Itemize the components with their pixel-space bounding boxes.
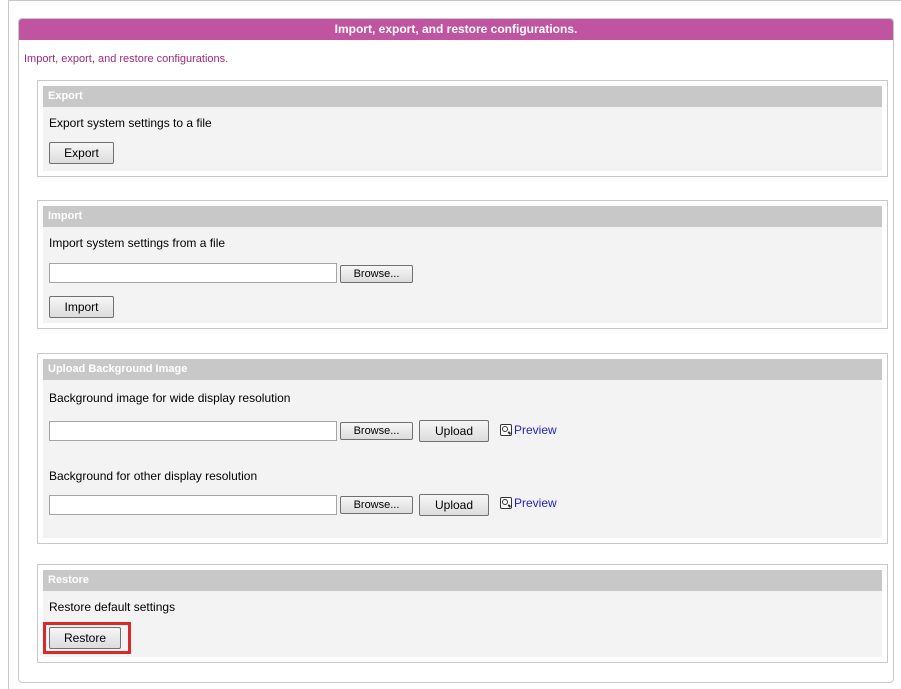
restore-description: Restore default settings: [49, 600, 176, 614]
other-upload-button[interactable]: Upload: [419, 494, 489, 516]
magnifier-icon: [500, 424, 512, 436]
export-section: Export Export system settings to a file …: [37, 80, 888, 177]
other-preview-label: Preview: [514, 496, 557, 510]
other-browse-button[interactable]: Browse...: [340, 496, 413, 514]
other-resolution-label: Background for other display resolution: [49, 469, 258, 483]
import-section-title: Import: [43, 206, 882, 227]
import-browse-button[interactable]: Browse...: [340, 265, 413, 283]
wide-image-file-field[interactable]: [49, 421, 337, 441]
upload-section-title: Upload Background Image: [43, 359, 882, 380]
restore-section-title: Restore: [43, 570, 882, 591]
panel-header: Import, export, and restore configuratio…: [19, 19, 893, 40]
export-description: Export system settings to a file: [49, 116, 212, 130]
intro-text: Import, export, and restore configuratio…: [24, 53, 229, 65]
wide-upload-button[interactable]: Upload: [419, 420, 489, 442]
other-image-file-field[interactable]: [49, 495, 337, 515]
window-top-border: [8, 0, 901, 1]
import-button[interactable]: Import: [49, 296, 114, 318]
export-section-title: Export: [43, 86, 882, 107]
export-button[interactable]: Export: [49, 142, 114, 164]
other-preview-link[interactable]: Preview: [500, 496, 557, 510]
restore-section: Restore Restore default settings Restore: [37, 564, 888, 663]
upload-background-section: Upload Background Image Background image…: [37, 353, 888, 544]
window-left-border: [8, 0, 9, 689]
wide-resolution-label: Background image for wide display resolu…: [49, 391, 291, 405]
wide-preview-label: Preview: [514, 423, 557, 437]
import-section: Import Import system settings from a fil…: [37, 200, 888, 329]
import-file-field[interactable]: [49, 263, 337, 283]
magnifier-icon: [500, 497, 512, 509]
wide-browse-button[interactable]: Browse...: [340, 422, 413, 440]
wide-preview-link[interactable]: Preview: [500, 423, 557, 437]
config-panel: Import, export, and restore configuratio…: [18, 18, 894, 683]
import-description: Import system settings from a file: [49, 236, 226, 250]
restore-highlight-box: [43, 622, 131, 654]
